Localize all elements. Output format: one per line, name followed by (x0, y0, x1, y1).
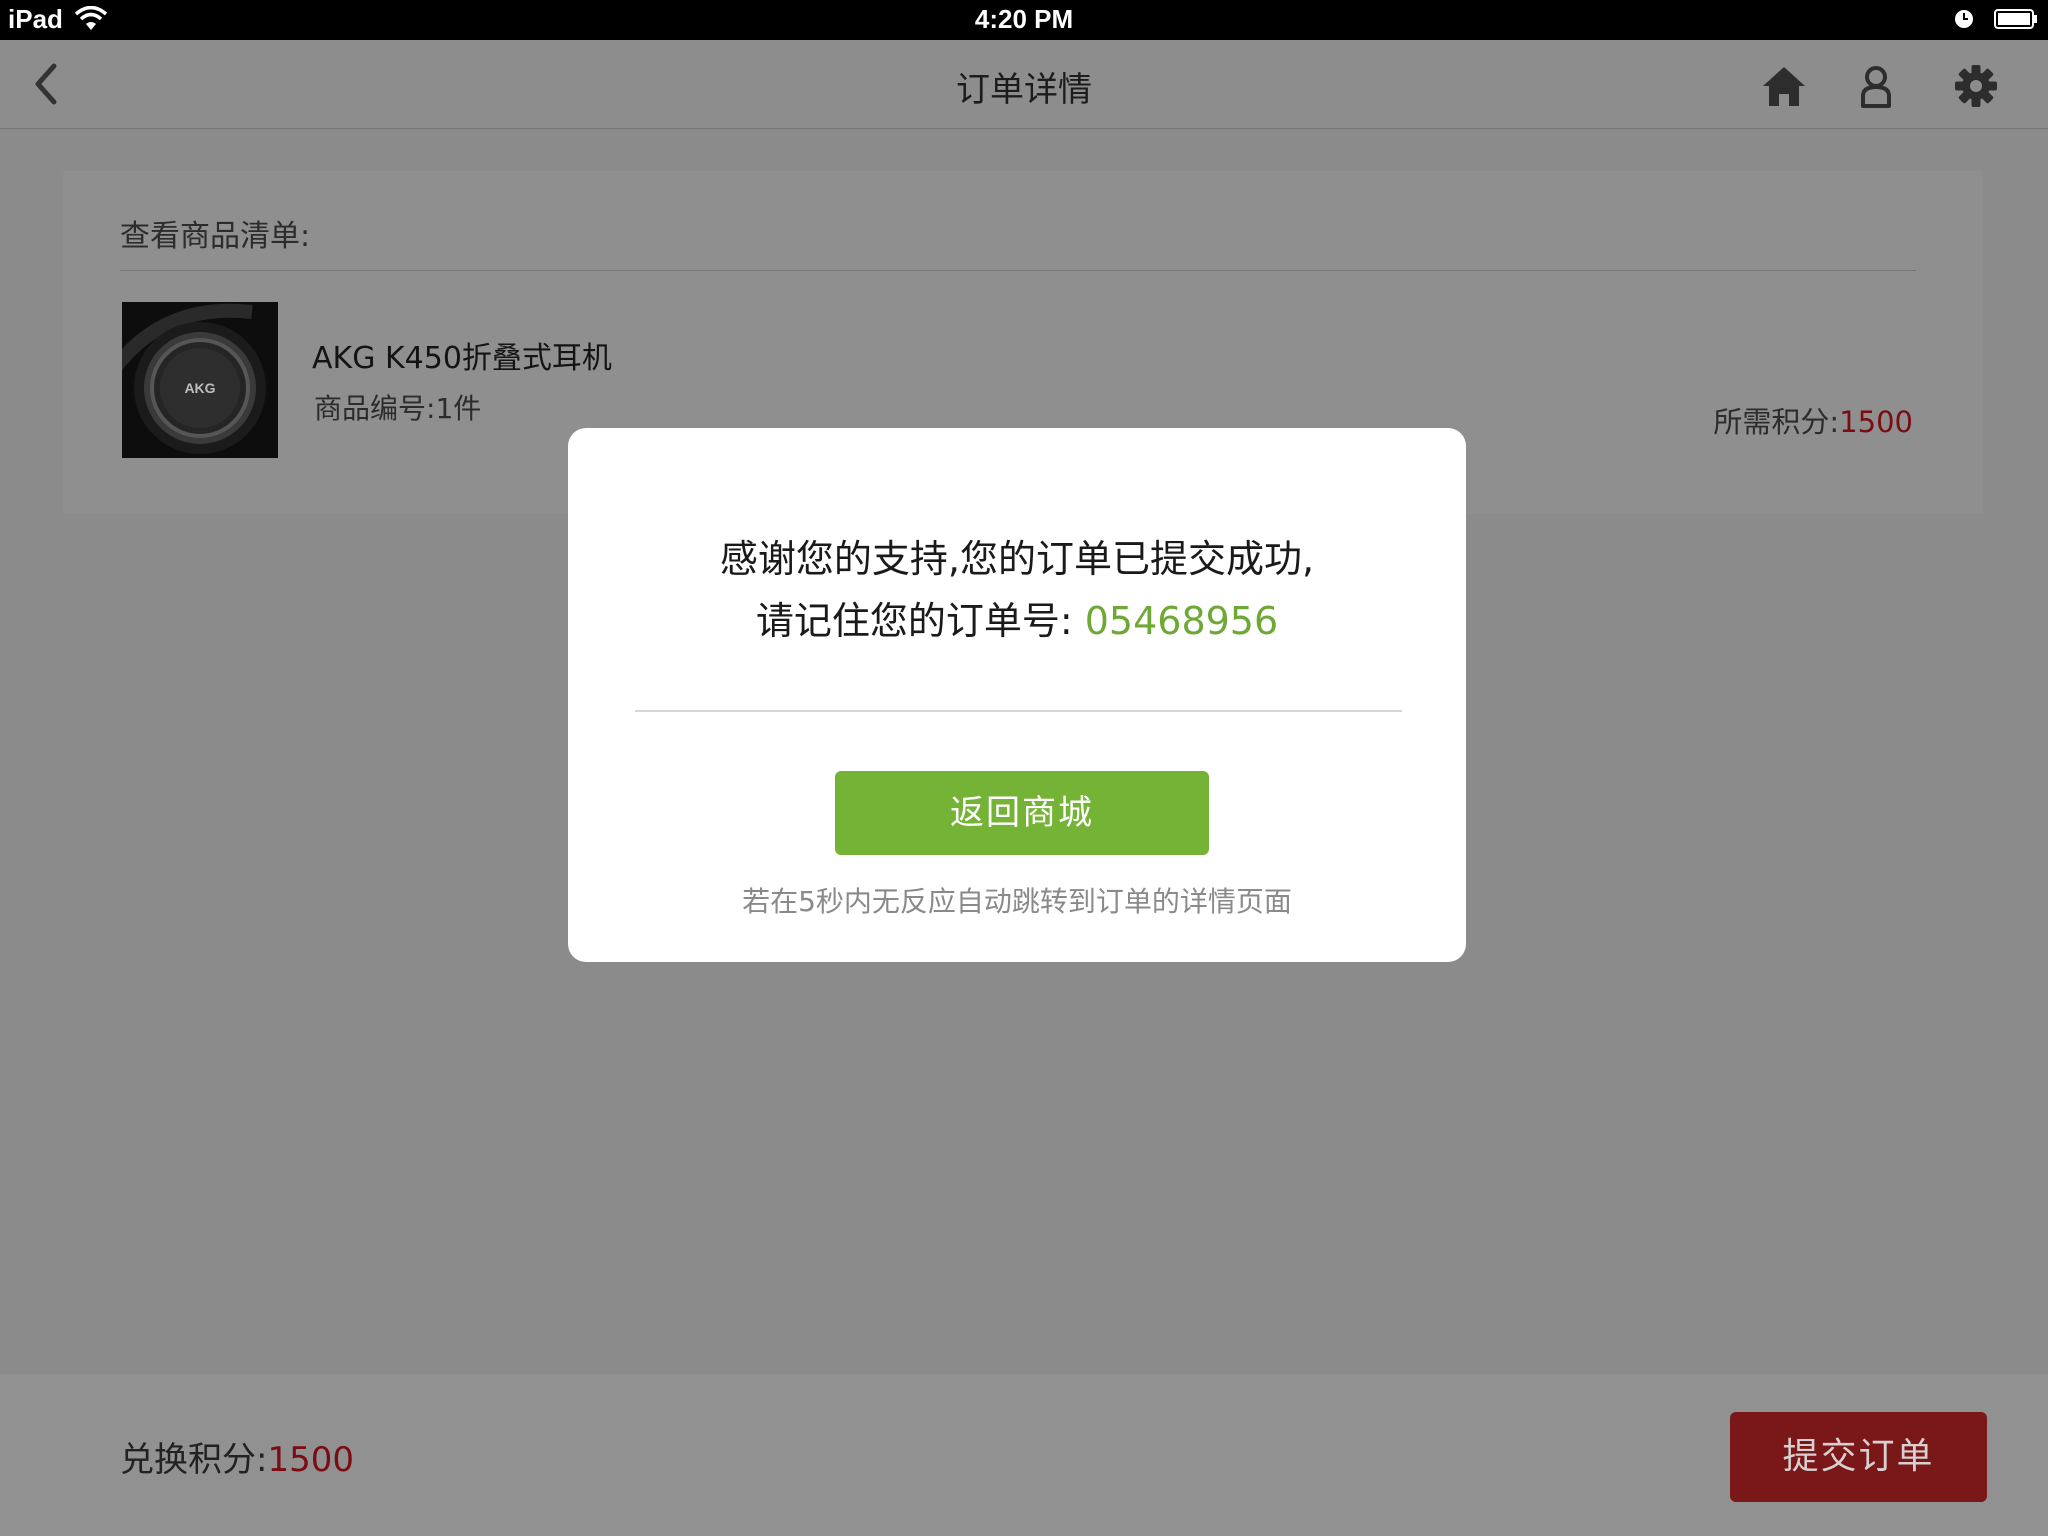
required-points: 所需积分:1500 (1713, 399, 1913, 441)
product-name[interactable]: AKG K450折叠式耳机 (312, 333, 612, 377)
user-icon[interactable] (1852, 62, 1900, 110)
dialog-divider (635, 710, 1402, 712)
exchange-points-value: 1500 (267, 1440, 354, 1480)
status-time: 4:20 PM (974, 4, 1074, 34)
headphone-image: AKG (122, 302, 278, 458)
alarm-clock-icon (1955, 10, 1973, 28)
divider (120, 270, 1916, 271)
required-points-value: 1500 (1839, 405, 1913, 439)
exchange-points: 兑换积分:1500 (120, 1432, 354, 1481)
quantity-value: 1件 (435, 392, 482, 425)
page-title: 订单详情 (956, 70, 1092, 110)
bottom-bar: 兑换积分:1500 提交订单 (0, 1374, 2048, 1536)
success-message: 感谢您的支持,您的订单已提交成功, 请记住您的订单号: 05468956 (568, 528, 1466, 652)
required-points-label: 所需积分: (1713, 405, 1840, 439)
product-list-heading: 查看商品清单: (120, 219, 311, 254)
nav-bar: 订单详情 (0, 40, 2048, 129)
product-quantity: 商品编号:1件 (314, 387, 481, 427)
success-line-2: 请记住您的订单号: 05468956 (568, 590, 1466, 652)
gear-icon[interactable] (1952, 62, 2000, 110)
return-to-mall-button[interactable]: 返回商城 (835, 771, 1209, 855)
success-line-1: 感谢您的支持,您的订单已提交成功, (719, 537, 1315, 581)
home-icon[interactable] (1760, 62, 1808, 110)
exchange-points-label: 兑换积分: (120, 1440, 268, 1480)
akg-logo: AKG (184, 380, 215, 396)
order-number-label: 请记住您的订单号: (755, 599, 1085, 643)
status-bar: iPad 4:20 PM (0, 0, 2048, 40)
submit-order-button[interactable]: 提交订单 (1730, 1412, 1987, 1502)
battery-icon (1994, 9, 2037, 29)
order-number: 05468956 (1084, 599, 1279, 643)
quantity-label: 商品编号: (314, 392, 436, 425)
order-success-dialog: 感谢您的支持,您的订单已提交成功, 请记住您的订单号: 05468956 返回商… (568, 428, 1466, 962)
product-thumbnail[interactable]: AKG (122, 302, 278, 458)
auto-redirect-hint: 若在5秒内无反应自动跳转到订单的详情页面 (742, 885, 1292, 918)
